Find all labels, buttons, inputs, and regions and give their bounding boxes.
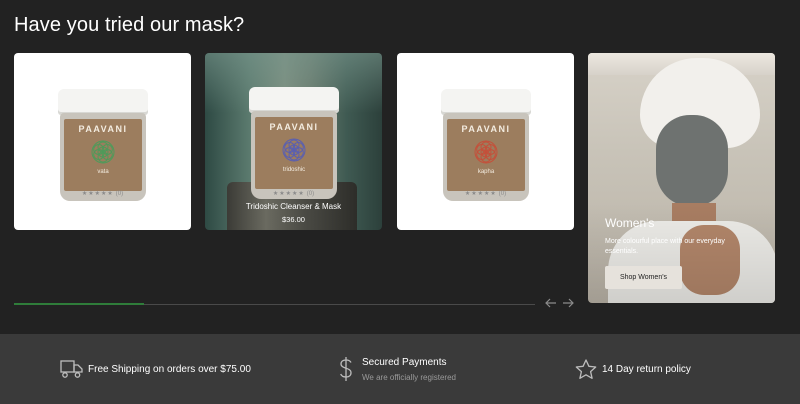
- rating-stars: ★★★★★: [272, 191, 305, 197]
- arrow-left-icon[interactable]: [544, 296, 558, 312]
- arrow-right-icon[interactable]: [561, 296, 575, 312]
- feature-payments-title: Secured Payments: [362, 356, 447, 368]
- feature-shipping: Free Shipping on orders over $75.00: [60, 359, 251, 379]
- rating-stars: ★★★★★: [81, 191, 114, 197]
- feature-shipping-title: Free Shipping on orders over $75.00: [88, 363, 251, 375]
- shop-womens-button[interactable]: Shop Women's: [605, 266, 682, 289]
- promo-title: Women's: [605, 216, 655, 230]
- jar-brand: PAAVANI: [269, 122, 319, 132]
- product-price: $36.00: [91, 215, 114, 224]
- rating: ★★★★★ (0): [397, 190, 574, 197]
- product-name[interactable]: Tridoshic Cleanser & Mask: [205, 202, 382, 211]
- jar-brand: PAAVANI: [78, 124, 128, 134]
- feature-returns-title: 14 Day return policy: [602, 364, 691, 375]
- star-icon: [575, 359, 597, 379]
- rating: ★★★★★ (0): [205, 190, 382, 197]
- flower-of-life-icon: [474, 140, 498, 164]
- features-bar: Free Shipping on orders over $75.00 Secu…: [0, 334, 800, 404]
- feature-payments-subtitle: We are officially registered: [362, 372, 456, 382]
- promo-text: More colourful place with our everyday e…: [605, 238, 725, 255]
- jar-name: kapha: [477, 169, 495, 175]
- product-price: $36.00: [474, 215, 497, 224]
- feature-payments: Secured Payments We are officially regis…: [338, 356, 456, 382]
- jar-illustration: PAAVANI tridoshic: [249, 87, 339, 199]
- jar-name: tridoshic: [282, 167, 306, 173]
- product-price: $36.00: [282, 215, 305, 224]
- dollar-icon: [340, 357, 352, 381]
- rating-count: (0): [115, 191, 124, 197]
- flower-of-life-icon: [282, 138, 306, 162]
- jar-name: vata: [97, 169, 109, 175]
- rating-stars: ★★★★★: [464, 191, 497, 197]
- rating: ★★★★★ (0): [14, 190, 191, 197]
- feature-returns: 14 Day return policy: [575, 359, 691, 380]
- flower-of-life-icon: [91, 140, 115, 164]
- face-mask-illustration: [656, 115, 728, 207]
- product-name[interactable]: Kapha Cleanser & Mask: [397, 202, 574, 211]
- section-title: Have you tried our mask?: [14, 14, 245, 36]
- carousel-progress-fill: [14, 303, 145, 305]
- rating-count: (0): [498, 191, 507, 197]
- jar-brand: PAAVANI: [461, 124, 511, 134]
- jar-illustration: PAAVANI vata: [58, 89, 148, 201]
- product-name[interactable]: Vata Cleanser & Mask: [14, 202, 191, 211]
- promo-card-womens[interactable]: Women's More colourful place with our ev…: [588, 53, 775, 303]
- rating-count: (0): [306, 191, 315, 197]
- jar-illustration: PAAVANI kapha: [441, 89, 531, 201]
- carousel-progress: [14, 303, 535, 305]
- truck-icon: [60, 360, 83, 378]
